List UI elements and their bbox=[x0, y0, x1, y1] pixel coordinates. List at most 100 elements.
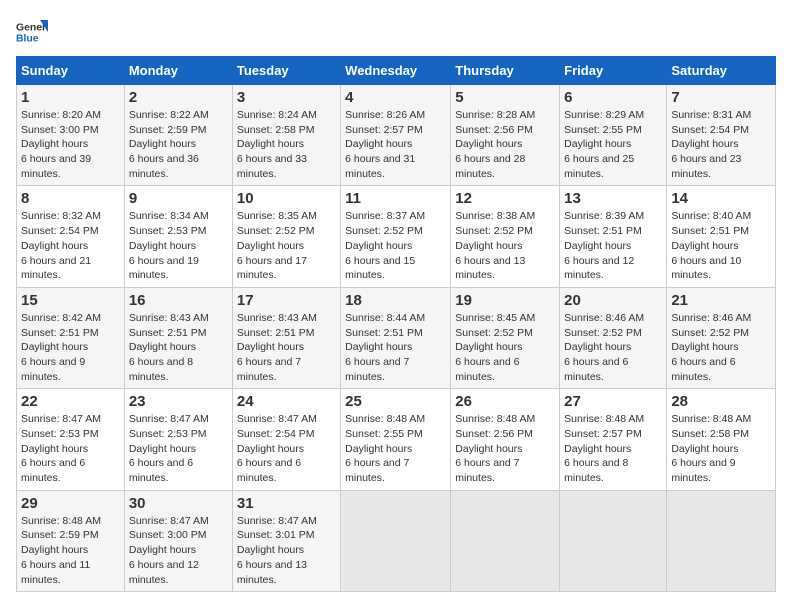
day-info: Sunrise: 8:48 AMSunset: 2:55 PMDaylight … bbox=[345, 412, 446, 485]
day-info: Sunrise: 8:26 AMSunset: 2:57 PMDaylight … bbox=[345, 108, 446, 181]
column-header-thursday: Thursday bbox=[451, 57, 560, 85]
day-info: Sunrise: 8:45 AMSunset: 2:52 PMDaylight … bbox=[455, 311, 555, 384]
day-info: Sunrise: 8:47 AMSunset: 3:01 PMDaylight … bbox=[237, 514, 336, 587]
day-info: Sunrise: 8:47 AMSunset: 2:54 PMDaylight … bbox=[237, 412, 336, 485]
day-info: Sunrise: 8:48 AMSunset: 2:58 PMDaylight … bbox=[671, 412, 771, 485]
day-info: Sunrise: 8:31 AMSunset: 2:54 PMDaylight … bbox=[671, 108, 771, 181]
day-number: 22 bbox=[21, 393, 120, 410]
calendar-cell: 28 Sunrise: 8:48 AMSunset: 2:58 PMDayligh… bbox=[667, 389, 776, 490]
day-number: 12 bbox=[455, 190, 555, 207]
calendar-week-3: 15Sunrise: 8:42 AMSunset: 2:51 PMDayligh… bbox=[17, 287, 776, 388]
day-number: 19 bbox=[455, 292, 555, 309]
day-info: Sunrise: 8:24 AMSunset: 2:58 PMDaylight … bbox=[237, 108, 336, 181]
calendar-cell: 13 Sunrise: 8:39 AMSunset: 2:51 PMDayligh… bbox=[560, 186, 667, 287]
calendar-cell: 14 Sunrise: 8:40 AMSunset: 2:51 PMDayligh… bbox=[667, 186, 776, 287]
day-number: 8 bbox=[21, 190, 120, 207]
day-number: 14 bbox=[671, 190, 771, 207]
day-info: Sunrise: 8:43 AMSunset: 2:51 PMDaylight … bbox=[129, 311, 228, 384]
calendar-cell: 22 Sunrise: 8:47 AMSunset: 2:53 PMDayligh… bbox=[17, 389, 125, 490]
calendar-cell: 6 Sunrise: 8:29 AMSunset: 2:55 PMDaylight… bbox=[560, 85, 667, 186]
calendar-cell: 31 Sunrise: 8:47 AMSunset: 3:01 PMDayligh… bbox=[232, 490, 340, 591]
calendar-cell: 5 Sunrise: 8:28 AMSunset: 2:56 PMDaylight… bbox=[451, 85, 560, 186]
column-header-friday: Friday bbox=[560, 57, 667, 85]
calendar-week-5: 29 Sunrise: 8:48 AMSunset: 2:59 PMDayligh… bbox=[17, 490, 776, 591]
calendar-cell: 23 Sunrise: 8:47 AMSunset: 2:53 PMDayligh… bbox=[124, 389, 232, 490]
day-number: 30 bbox=[129, 495, 228, 512]
calendar-cell: 26 Sunrise: 8:48 AMSunset: 2:56 PMDayligh… bbox=[451, 389, 560, 490]
day-info: Sunrise: 8:48 AMSunset: 2:59 PMDaylight … bbox=[21, 514, 120, 587]
calendar-week-1: 1Sunrise: 8:20 AMSunset: 3:00 PMDaylight… bbox=[17, 85, 776, 186]
calendar-cell: 4 Sunrise: 8:26 AMSunset: 2:57 PMDaylight… bbox=[341, 85, 451, 186]
day-number: 26 bbox=[455, 393, 555, 410]
calendar-cell: 30 Sunrise: 8:47 AMSunset: 3:00 PMDayligh… bbox=[124, 490, 232, 591]
svg-text:Blue: Blue bbox=[16, 34, 39, 45]
calendar-cell: 18Sunrise: 8:44 AMSunset: 2:51 PMDayligh… bbox=[341, 287, 451, 388]
day-number: 3 bbox=[237, 89, 336, 106]
logo: General Blue bbox=[16, 16, 52, 48]
day-number: 31 bbox=[237, 495, 336, 512]
calendar-cell: 9 Sunrise: 8:34 AMSunset: 2:53 PMDaylight… bbox=[124, 186, 232, 287]
page-header: General Blue bbox=[16, 16, 776, 48]
calendar-week-4: 22 Sunrise: 8:47 AMSunset: 2:53 PMDayligh… bbox=[17, 389, 776, 490]
calendar-cell bbox=[341, 490, 451, 591]
day-info: Sunrise: 8:46 AMSunset: 2:52 PMDaylight … bbox=[671, 311, 771, 384]
day-number: 13 bbox=[564, 190, 662, 207]
day-number: 11 bbox=[345, 190, 446, 207]
day-number: 21 bbox=[671, 292, 771, 309]
day-info: Sunrise: 8:44 AMSunset: 2:51 PMDaylight … bbox=[345, 311, 446, 384]
day-info: Sunrise: 8:48 AMSunset: 2:56 PMDaylight … bbox=[455, 412, 555, 485]
day-info: Sunrise: 8:47 AMSunset: 2:53 PMDaylight … bbox=[129, 412, 228, 485]
day-number: 29 bbox=[21, 495, 120, 512]
day-number: 5 bbox=[455, 89, 555, 106]
day-info: Sunrise: 8:34 AMSunset: 2:53 PMDaylight … bbox=[129, 209, 228, 282]
day-info: Sunrise: 8:47 AMSunset: 2:53 PMDaylight … bbox=[21, 412, 120, 485]
day-info: Sunrise: 8:37 AMSunset: 2:52 PMDaylight … bbox=[345, 209, 446, 282]
calendar-cell: 20Sunrise: 8:46 AMSunset: 2:52 PMDayligh… bbox=[560, 287, 667, 388]
day-info: Sunrise: 8:22 AMSunset: 2:59 PMDaylight … bbox=[129, 108, 228, 181]
calendar-cell: 10Sunrise: 8:35 AMSunset: 2:52 PMDayligh… bbox=[232, 186, 340, 287]
calendar-week-2: 8 Sunrise: 8:32 AMSunset: 2:54 PMDaylight… bbox=[17, 186, 776, 287]
calendar-cell bbox=[560, 490, 667, 591]
day-info: Sunrise: 8:40 AMSunset: 2:51 PMDaylight … bbox=[671, 209, 771, 282]
calendar-cell bbox=[667, 490, 776, 591]
day-number: 28 bbox=[671, 393, 771, 410]
day-info: Sunrise: 8:29 AMSunset: 2:55 PMDaylight … bbox=[564, 108, 662, 181]
logo-icon: General Blue bbox=[16, 16, 48, 48]
calendar-cell: 25 Sunrise: 8:48 AMSunset: 2:55 PMDayligh… bbox=[341, 389, 451, 490]
day-info: Sunrise: 8:38 AMSunset: 2:52 PMDaylight … bbox=[455, 209, 555, 282]
day-number: 25 bbox=[345, 393, 446, 410]
day-info: Sunrise: 8:43 AMSunset: 2:51 PMDaylight … bbox=[237, 311, 336, 384]
day-number: 23 bbox=[129, 393, 228, 410]
calendar-cell: 8 Sunrise: 8:32 AMSunset: 2:54 PMDaylight… bbox=[17, 186, 125, 287]
column-header-saturday: Saturday bbox=[667, 57, 776, 85]
calendar-cell: 27Sunrise: 8:48 AMSunset: 2:57 PMDayligh… bbox=[560, 389, 667, 490]
day-info: Sunrise: 8:48 AMSunset: 2:57 PMDaylight … bbox=[564, 412, 662, 485]
day-number: 1 bbox=[21, 89, 120, 106]
day-number: 4 bbox=[345, 89, 446, 106]
day-number: 20 bbox=[564, 292, 662, 309]
calendar-cell: 15Sunrise: 8:42 AMSunset: 2:51 PMDayligh… bbox=[17, 287, 125, 388]
calendar-cell: 21 Sunrise: 8:46 AMSunset: 2:52 PMDayligh… bbox=[667, 287, 776, 388]
day-number: 6 bbox=[564, 89, 662, 106]
day-info: Sunrise: 8:39 AMSunset: 2:51 PMDaylight … bbox=[564, 209, 662, 282]
day-info: Sunrise: 8:32 AMSunset: 2:54 PMDaylight … bbox=[21, 209, 120, 282]
calendar-cell: 3 Sunrise: 8:24 AMSunset: 2:58 PMDaylight… bbox=[232, 85, 340, 186]
calendar-cell: 12 Sunrise: 8:38 AMSunset: 2:52 PMDayligh… bbox=[451, 186, 560, 287]
calendar-cell: 7 Sunrise: 8:31 AMSunset: 2:54 PMDaylight… bbox=[667, 85, 776, 186]
day-number: 2 bbox=[129, 89, 228, 106]
day-number: 9 bbox=[129, 190, 228, 207]
day-number: 24 bbox=[237, 393, 336, 410]
day-info: Sunrise: 8:47 AMSunset: 3:00 PMDaylight … bbox=[129, 514, 228, 587]
column-header-sunday: Sunday bbox=[17, 57, 125, 85]
column-header-tuesday: Tuesday bbox=[232, 57, 340, 85]
calendar-cell: 1Sunrise: 8:20 AMSunset: 3:00 PMDaylight… bbox=[17, 85, 125, 186]
calendar-cell: 2 Sunrise: 8:22 AMSunset: 2:59 PMDaylight… bbox=[124, 85, 232, 186]
calendar-header-row: SundayMondayTuesdayWednesdayThursdayFrid… bbox=[17, 57, 776, 85]
calendar-cell: 17Sunrise: 8:43 AMSunset: 2:51 PMDayligh… bbox=[232, 287, 340, 388]
day-info: Sunrise: 8:28 AMSunset: 2:56 PMDaylight … bbox=[455, 108, 555, 181]
day-number: 7 bbox=[671, 89, 771, 106]
day-info: Sunrise: 8:42 AMSunset: 2:51 PMDaylight … bbox=[21, 311, 120, 384]
calendar-cell: 29 Sunrise: 8:48 AMSunset: 2:59 PMDayligh… bbox=[17, 490, 125, 591]
calendar-cell bbox=[451, 490, 560, 591]
column-header-wednesday: Wednesday bbox=[341, 57, 451, 85]
